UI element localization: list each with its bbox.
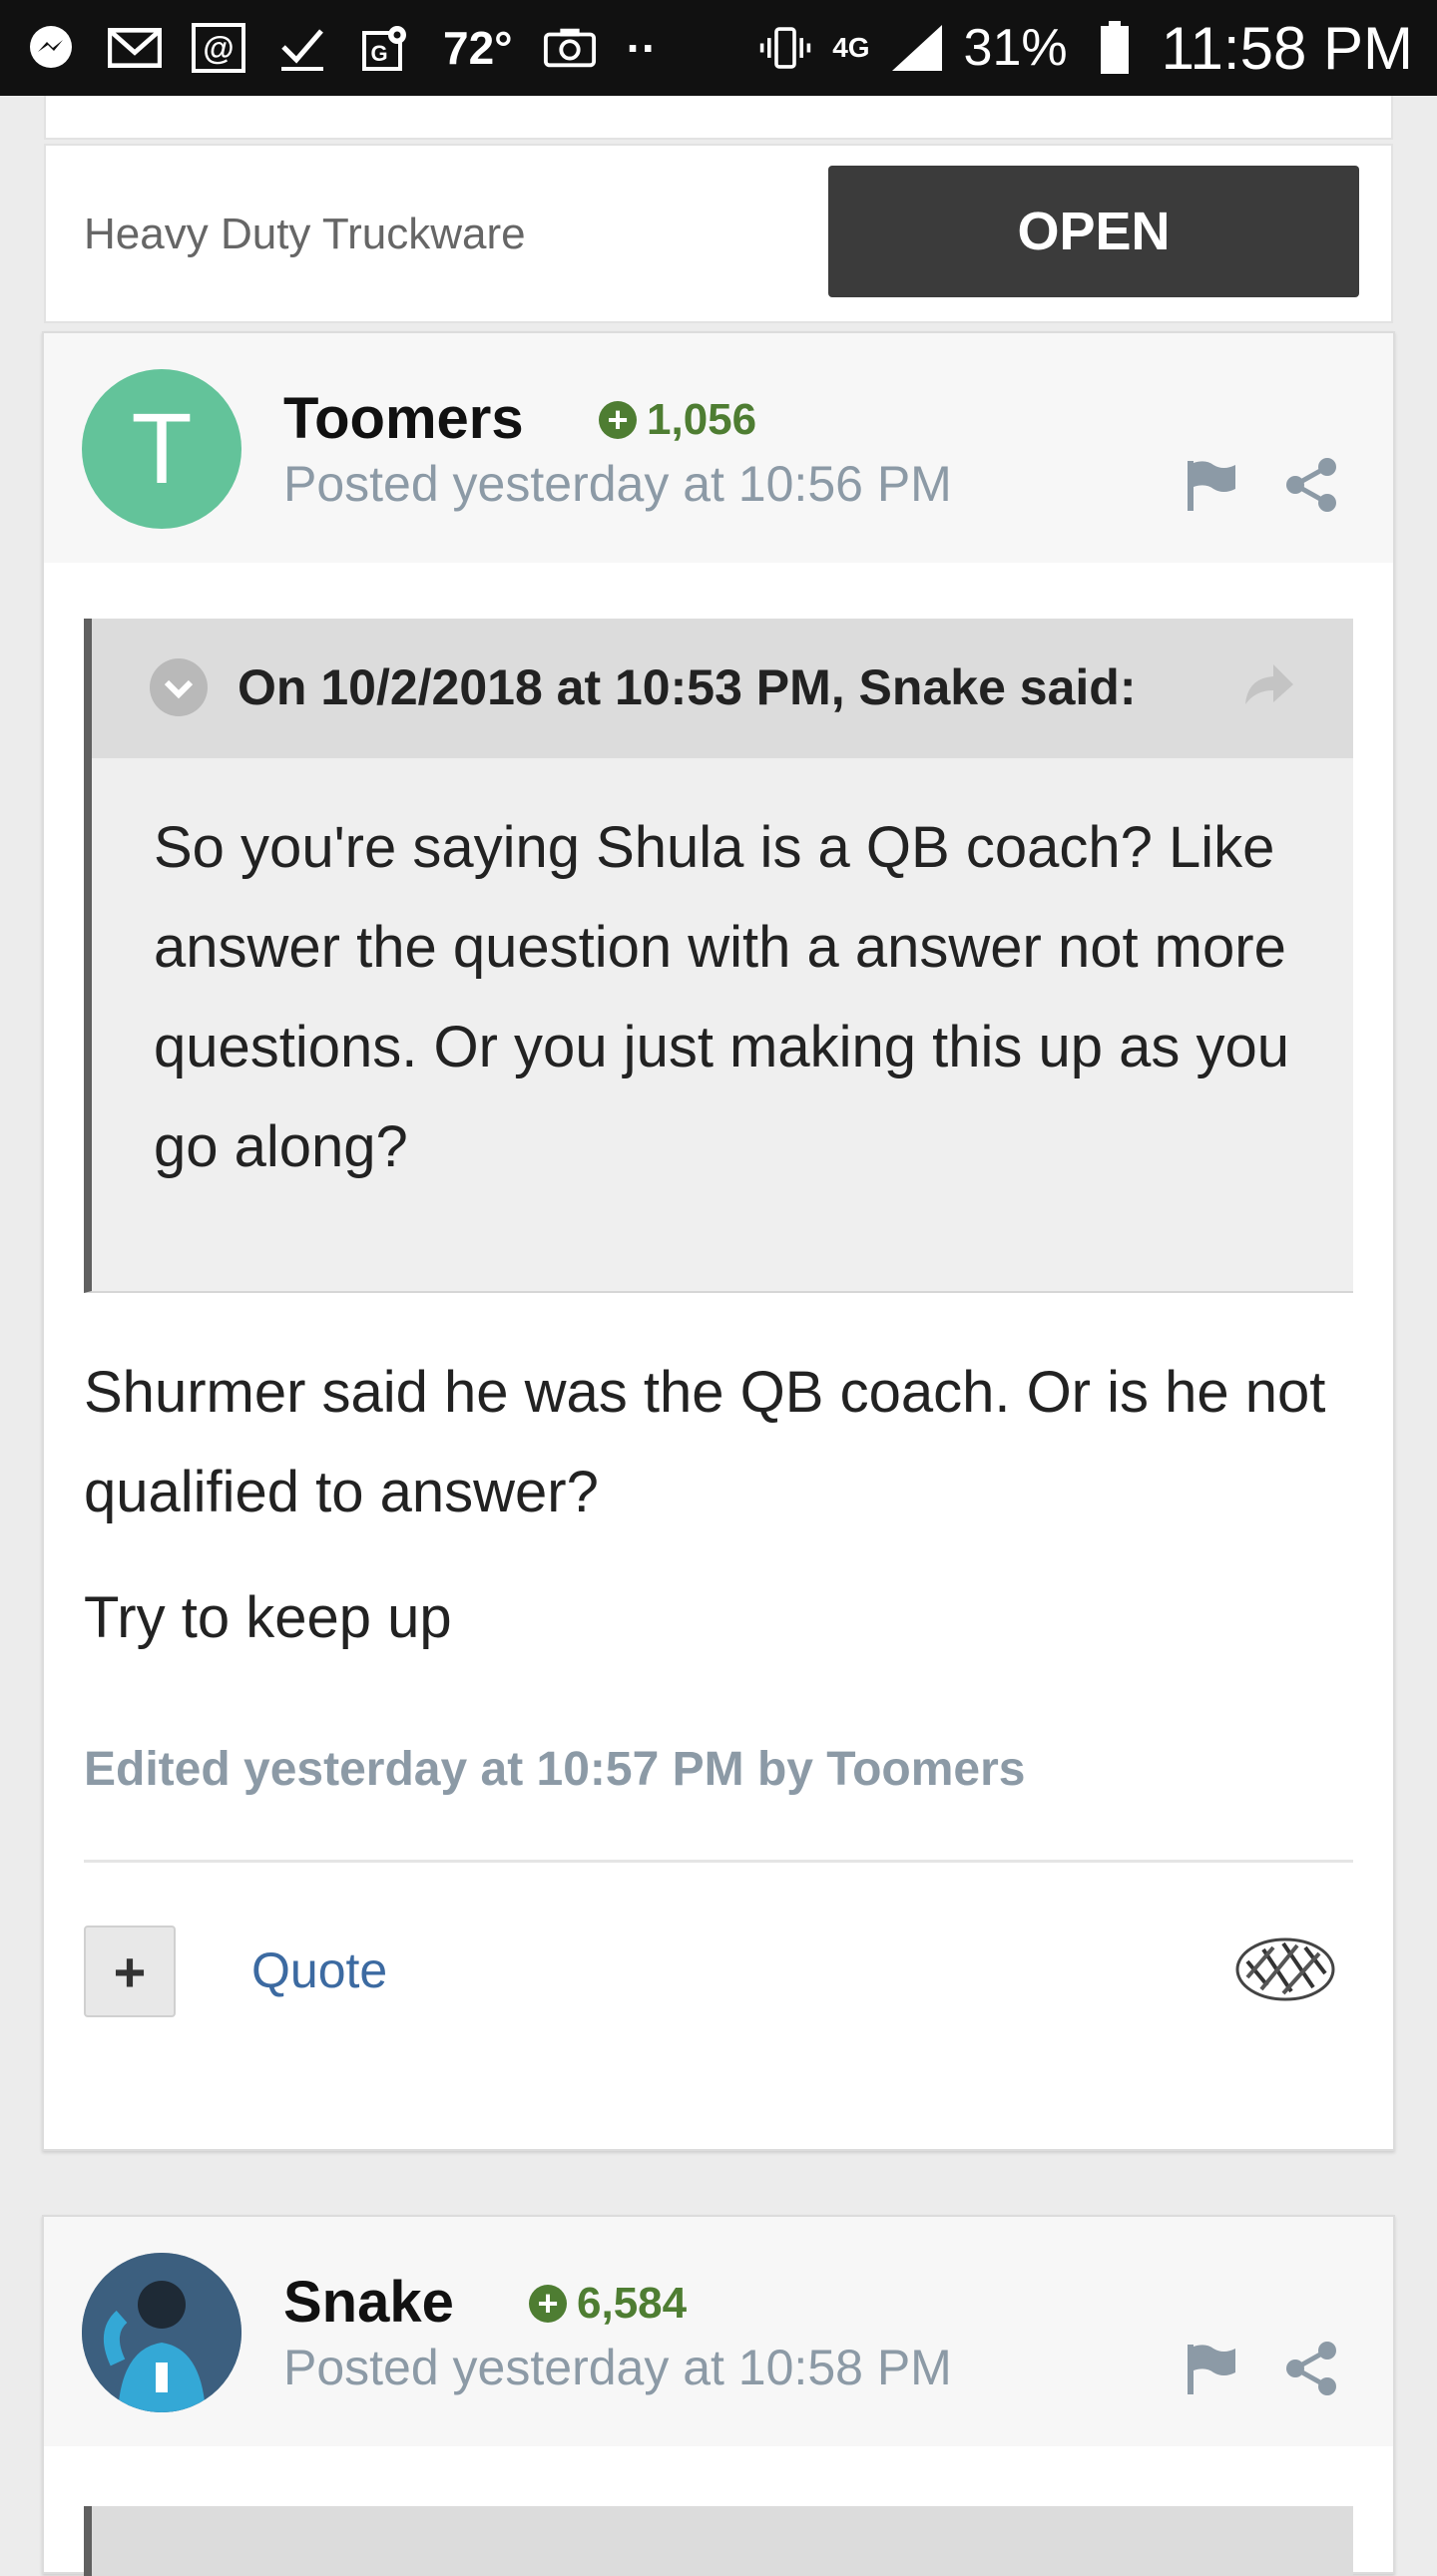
edited-note: Edited yesterday at 10:57 PM by Toomers [84, 1743, 1026, 1796]
maps-icon: G [359, 21, 413, 75]
quote-body: So you're saying Shula is a QB coach? Li… [154, 815, 1290, 1179]
quote-block-partial [84, 2506, 1353, 2576]
post-paragraph: Shurmer said he was the QB coach. Or is … [84, 1360, 1326, 1524]
battery-icon [1088, 21, 1142, 75]
post-timestamp[interactable]: Posted yesterday at 10:58 PM [283, 2339, 952, 2396]
post-snake: Snake + 6,584 Posted yesterday at 10:58 … [42, 2215, 1395, 2576]
messenger-icon [24, 21, 78, 75]
post-header: Snake + 6,584 Posted yesterday at 10:58 … [44, 2217, 1393, 2446]
clock: 11:58 PM [1161, 14, 1413, 82]
quote-link-arrow-icon[interactable] [1237, 654, 1297, 714]
gmail-icon [108, 21, 162, 75]
signal-icon [890, 21, 944, 75]
svg-text:@: @ [203, 30, 234, 66]
flag-icon[interactable] [1184, 457, 1239, 513]
reputation-count: 6,584 [577, 2279, 688, 2328]
post-toomers: T Toomers + 1,056 Posted yesterday at 10… [42, 331, 1395, 2151]
plus-circle-icon: + [599, 401, 637, 439]
checkmark-icon [275, 21, 329, 75]
quote-attribution: On 10/2/2018 at 10:53 PM, Snake said: [238, 659, 1137, 715]
ad-title: Heavy Duty Truckware [84, 210, 526, 258]
avatar-photo-icon [82, 2253, 241, 2412]
ad-open-button[interactable]: OPEN [828, 166, 1359, 297]
divider [84, 1860, 1353, 1863]
battery-percent: 31% [963, 19, 1068, 77]
previous-card-edge [44, 96, 1393, 140]
plus-circle-icon: + [529, 2285, 567, 2323]
email-at-icon: @ [192, 21, 245, 75]
reaction-plus-button[interactable]: + [84, 1926, 176, 2017]
share-icon[interactable] [1283, 457, 1339, 513]
quote-button[interactable]: Quote [251, 1941, 387, 1999]
forum-thread: Heavy Duty Truckware OPEN T Toomers + 1,… [0, 96, 1437, 2576]
avatar[interactable]: T [82, 369, 241, 529]
quote-block: On 10/2/2018 at 10:53 PM, Snake said: So… [84, 619, 1353, 1293]
camera-icon [543, 21, 597, 75]
vibrate-icon [758, 21, 812, 75]
network-icon: 4G [832, 32, 870, 63]
temperature: 72° [443, 22, 513, 74]
ad-card[interactable]: Heavy Duty Truckware OPEN [44, 144, 1393, 323]
post-header: T Toomers + 1,056 Posted yesterday at 10… [44, 333, 1393, 563]
author-name[interactable]: Snake [283, 2269, 454, 2336]
post-paragraph: Try to keep up [84, 1585, 452, 1650]
chevron-down-icon[interactable] [150, 658, 208, 716]
flag-icon[interactable] [1184, 2341, 1239, 2396]
status-bar: @ G 72° ·· 4G 31% 11:58 PM [0, 0, 1437, 96]
share-icon[interactable] [1283, 2341, 1339, 2396]
reputation-badge: + 6,584 [529, 2279, 687, 2329]
status-dots: ·· [626, 22, 658, 74]
svg-text:G: G [370, 41, 387, 66]
author-name[interactable]: Toomers [283, 385, 524, 452]
quote-header[interactable]: On 10/2/2018 at 10:53 PM, Snake said: [92, 619, 1353, 758]
reputation-badge: + 1,056 [599, 395, 756, 445]
reputation-count: 1,056 [647, 395, 757, 444]
reaction-icon[interactable] [1233, 1933, 1337, 2005]
avatar[interactable] [82, 2253, 241, 2412]
post-timestamp[interactable]: Posted yesterday at 10:56 PM [283, 455, 952, 513]
